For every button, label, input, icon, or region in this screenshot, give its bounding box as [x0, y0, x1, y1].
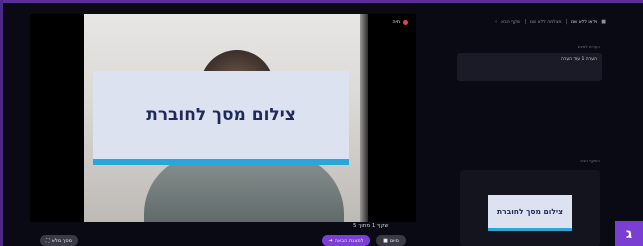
preview-card: צילום מסך לחוברת	[488, 195, 572, 231]
notes-heading: הערות למציג	[577, 44, 600, 49]
stop-square-icon: ■	[383, 237, 388, 244]
next-presentation-label: למצגת הבאה	[334, 237, 364, 244]
fullscreen-label: מסך מלא	[51, 237, 73, 244]
window-top-border	[0, 0, 643, 3]
next-slide-heading: השקף הבא	[580, 158, 600, 163]
arrow-icon: ➜	[328, 237, 333, 244]
chevron-icon: ›	[495, 19, 498, 25]
stop-label: סיום	[389, 237, 399, 244]
slide-title: צילום מסך לחוברת	[146, 105, 296, 125]
preview-title: צילום מסך לחוברת	[497, 207, 563, 216]
slide-overlay-card: צילום מסך לחוברת	[93, 71, 349, 165]
next-slide-item[interactable]: שקף הבא	[501, 20, 520, 25]
window-left-border	[0, 0, 3, 246]
brand-logo-letter: ג	[625, 225, 633, 242]
video-source-item[interactable]: וידאו ללא שם	[571, 20, 597, 25]
next-presentation-button[interactable]: למצגת הבאה ➜	[322, 235, 370, 246]
presenter-sidebar: ■ וידאו ללא שם | מצלמה ללא שם | שקף הבא …	[440, 10, 610, 246]
next-slide-preview[interactable]: צילום מסך לחוברת	[460, 170, 600, 246]
camera-icon: ■	[601, 19, 606, 25]
separator-icon: |	[524, 19, 527, 25]
record-dot-icon	[403, 19, 408, 25]
brand-logo-icon[interactable]: ג	[615, 221, 643, 246]
fullscreen-button[interactable]: מסך מלא ⛶	[40, 235, 78, 246]
slide-counter: שקף 1 מתוך 5	[353, 223, 389, 229]
fullscreen-icon: ⛶	[46, 237, 50, 244]
camera-source-item[interactable]: מצלמה ללא שם	[530, 20, 561, 25]
live-indicator: חיה	[392, 19, 408, 25]
notes-text: הערה 1 עוד הערה	[560, 57, 597, 62]
separator-icon: |	[565, 19, 568, 25]
live-label: חיה	[392, 19, 400, 25]
video-edge	[360, 14, 368, 222]
stop-button[interactable]: סיום ■	[376, 235, 406, 246]
sidebar-header: ■ וידאו ללא שם | מצלמה ללא שם | שקף הבא …	[446, 17, 606, 27]
notes-box: הערה 1 עוד הערה	[457, 53, 602, 81]
